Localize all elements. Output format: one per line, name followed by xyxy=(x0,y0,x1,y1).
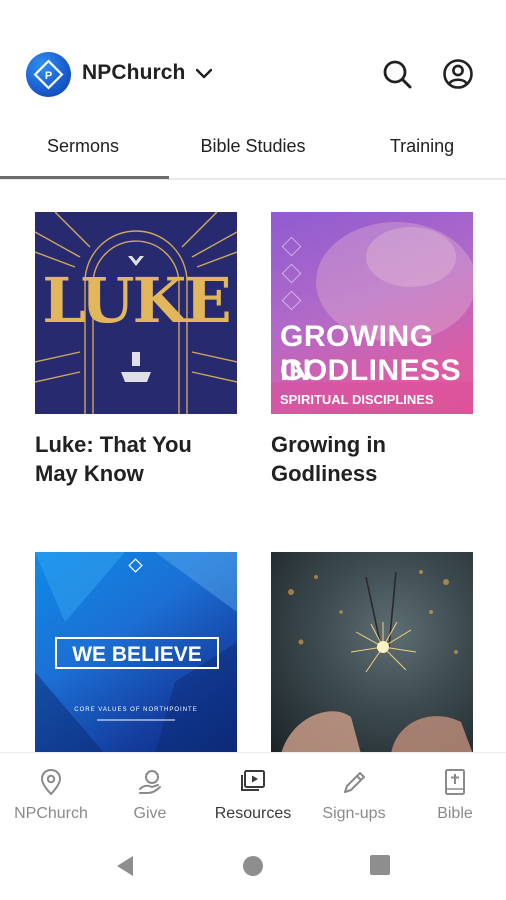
nav-item-sign-ups[interactable]: Sign-ups xyxy=(304,753,404,831)
home-icon[interactable] xyxy=(241,854,265,878)
growing-art-subtitle: SPIRITUAL DISCIPLINES xyxy=(280,392,434,407)
bottom-navigation: NPChurch Give Resources Sign-ups Bible xyxy=(0,752,506,830)
give-hand-icon xyxy=(139,770,161,794)
location-pin-icon xyxy=(40,768,62,796)
nav-label-sign-ups: Sign-ups xyxy=(322,805,386,822)
nav-label-npchurch: NPChurch xyxy=(14,805,88,822)
tab-training[interactable]: Training xyxy=(338,136,506,157)
nav-item-npchurch[interactable]: NPChurch xyxy=(1,753,101,831)
church-name[interactable]: NPChurch xyxy=(82,61,185,85)
bible-book-icon xyxy=(445,769,465,795)
media-library-icon xyxy=(241,770,265,791)
nav-item-resources[interactable]: Resources xyxy=(203,753,303,831)
back-icon[interactable] xyxy=(113,854,137,878)
growing-art-line2: GODLINESS xyxy=(280,354,462,387)
luke-art-title: LUKE xyxy=(42,264,231,337)
chevron-down-icon[interactable] xyxy=(194,64,214,84)
series-artwork-sparklers xyxy=(271,552,473,754)
npchurch-logo-icon[interactable]: P xyxy=(26,52,71,97)
tab-sermons[interactable]: Sermons xyxy=(0,136,166,157)
series-title[interactable]: Growing in Godliness xyxy=(271,430,473,488)
nav-label-give: Give xyxy=(133,805,167,822)
account-circle-icon[interactable] xyxy=(442,58,474,90)
active-tab-indicator xyxy=(0,176,169,179)
pencil-icon xyxy=(344,772,365,793)
search-icon[interactable] xyxy=(381,58,413,90)
nav-label-bible: Bible xyxy=(437,805,473,822)
nav-item-give[interactable]: Give xyxy=(100,753,200,831)
series-card-sparklers[interactable] xyxy=(271,552,473,754)
we-believe-art-title: WE BELIEVE xyxy=(72,643,202,666)
series-artwork-we-believe: WE BELIEVE CORE VALUES OF NORTHPOINTE xyxy=(35,552,237,754)
series-card-growing[interactable]: GROWING IN GODLINESS SPIRITUAL DISCIPLIN… xyxy=(271,212,473,488)
series-artwork-growing: GROWING IN GODLINESS SPIRITUAL DISCIPLIN… xyxy=(271,212,473,414)
nav-label-resources: Resources xyxy=(214,805,292,822)
tab-bible-studies[interactable]: Bible Studies xyxy=(168,136,338,157)
system-navigation-bar xyxy=(0,830,506,900)
we-believe-box: WE BELIEVE xyxy=(55,637,219,669)
series-artwork-luke: LUKE xyxy=(35,212,237,414)
app-header: P NPChurch xyxy=(0,0,506,120)
recents-icon[interactable] xyxy=(369,854,391,876)
nav-item-bible[interactable]: Bible xyxy=(405,753,505,831)
resource-tabs: Sermons Bible Studies Training xyxy=(0,120,506,180)
series-card-luke[interactable]: LUKE Luke: That You May Know xyxy=(35,212,237,488)
series-title[interactable]: Luke: That You May Know xyxy=(35,430,237,488)
svg-text:P: P xyxy=(45,70,52,82)
we-believe-art-subtitle: CORE VALUES OF NORTHPOINTE xyxy=(74,707,198,713)
series-card-we-believe[interactable]: WE BELIEVE CORE VALUES OF NORTHPOINTE xyxy=(35,552,237,754)
